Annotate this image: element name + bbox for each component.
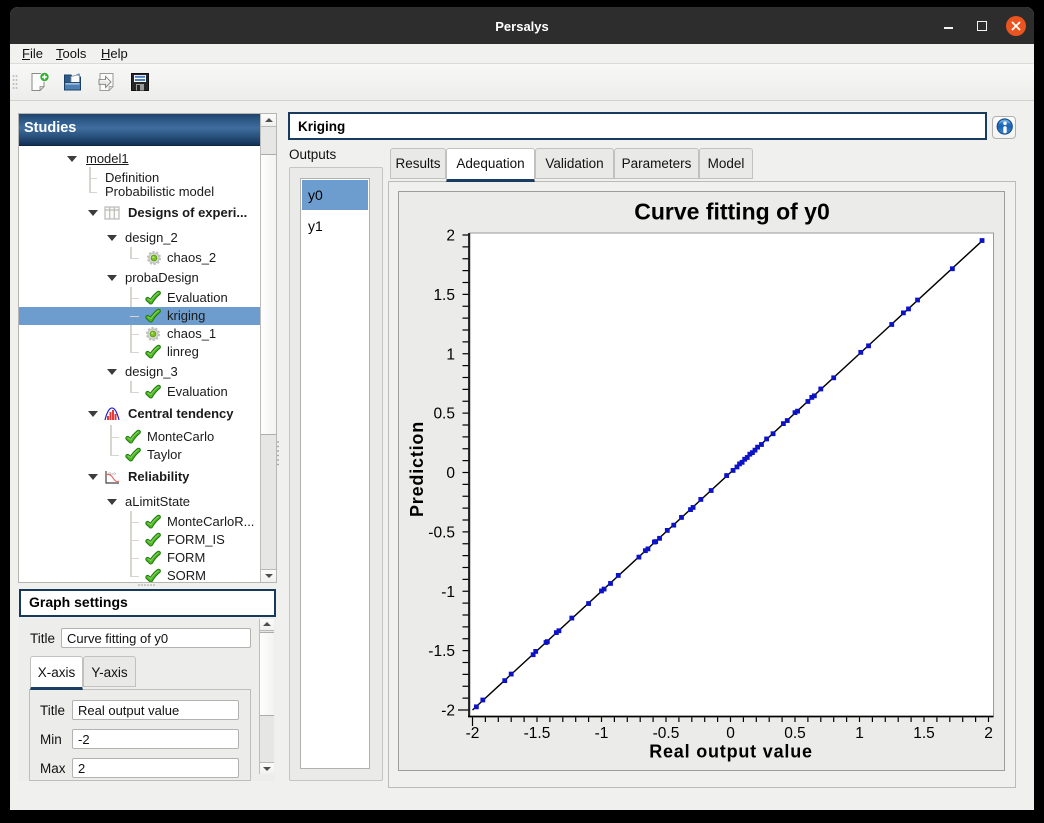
svg-text:-0.5: -0.5 — [653, 725, 680, 742]
svg-text:1.5: 1.5 — [433, 287, 455, 304]
svg-text:1.5: 1.5 — [913, 725, 935, 742]
svg-text:-1.5: -1.5 — [428, 643, 455, 660]
svg-text:Curve fitting of y0: Curve fitting of y0 — [634, 199, 830, 225]
svg-text:-1.5: -1.5 — [524, 725, 551, 742]
svg-text:2: 2 — [446, 228, 455, 245]
svg-text:Prediction: Prediction — [407, 421, 427, 517]
svg-text:-0.5: -0.5 — [428, 524, 455, 541]
svg-text:Real output value: Real output value — [649, 742, 813, 762]
svg-text:-1: -1 — [595, 725, 609, 742]
svg-text:2: 2 — [984, 725, 993, 742]
svg-text:-2: -2 — [466, 725, 480, 742]
svg-text:-2: -2 — [441, 703, 455, 720]
svg-text:0.5: 0.5 — [433, 406, 455, 423]
svg-text:0.5: 0.5 — [784, 725, 806, 742]
svg-text:0: 0 — [726, 725, 735, 742]
svg-text:-1: -1 — [441, 584, 455, 601]
svg-text:1: 1 — [446, 346, 455, 363]
svg-text:1: 1 — [855, 725, 864, 742]
svg-text:0: 0 — [446, 465, 455, 482]
